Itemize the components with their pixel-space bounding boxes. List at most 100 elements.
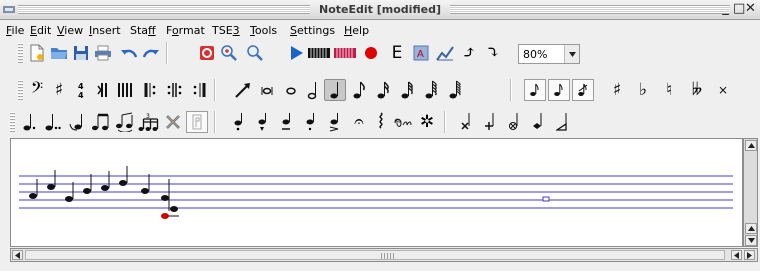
- double-barline-icon[interactable]: [114, 79, 136, 101]
- menu-settings[interactable]: Settings: [290, 24, 335, 37]
- edit-arrow-icon[interactable]: [232, 79, 254, 101]
- scroll-left-icon[interactable]: [731, 250, 742, 260]
- menu-edit[interactable]: Edit: [30, 24, 51, 37]
- staccatissimo-icon[interactable]: [252, 111, 274, 133]
- beam-icon[interactable]: [90, 111, 112, 133]
- menu-tools[interactable]: Tools: [250, 24, 277, 37]
- scroll-up-icon[interactable]: [745, 140, 757, 151]
- grace-note-icon[interactable]: [524, 79, 546, 101]
- flat-icon[interactable]: ♭: [632, 79, 654, 101]
- menu-tse3[interactable]: TSE3: [212, 24, 240, 37]
- menu-help[interactable]: Help: [344, 24, 369, 37]
- acciaccatura-icon[interactable]: [572, 79, 594, 101]
- cursor-up-icon[interactable]: ⤴: [458, 42, 480, 64]
- note: [29, 179, 38, 199]
- repeat-both-icon[interactable]: [164, 79, 186, 101]
- sixteenth-note-icon[interactable]: [372, 79, 394, 101]
- menu-file[interactable]: File: [6, 24, 24, 37]
- half-note-icon[interactable]: [302, 79, 324, 101]
- toolbar-handle[interactable]: [18, 80, 23, 100]
- pedal-on-icon[interactable]: 𝆮: [392, 111, 414, 133]
- zoom-out-icon[interactable]: [244, 42, 266, 64]
- filled-notehead-icon[interactable]: [528, 111, 550, 133]
- delete-cross-icon[interactable]: [162, 111, 184, 133]
- natural-icon[interactable]: ♮: [658, 79, 680, 101]
- grace-note-2-icon[interactable]: [548, 79, 570, 101]
- score-canvas[interactable]: [10, 138, 743, 247]
- close-button[interactable]: ✕: [745, 1, 757, 16]
- horizontal-scrollbar[interactable]: [10, 248, 758, 262]
- print-icon[interactable]: [92, 42, 114, 64]
- open-file-icon[interactable]: [48, 42, 70, 64]
- eighth-note-icon[interactable]: [348, 79, 370, 101]
- menu-staff[interactable]: Staff: [130, 24, 156, 37]
- zoom-select[interactable]: 80%: [518, 44, 580, 64]
- cursor-down-icon[interactable]: ⤵: [482, 42, 504, 64]
- key-signature-icon[interactable]: ♯: [48, 79, 70, 101]
- chevron-down-icon[interactable]: [564, 45, 579, 63]
- plus-notehead-icon[interactable]: [480, 111, 502, 133]
- accent-icon[interactable]: [300, 111, 322, 133]
- marcato-icon[interactable]: [324, 111, 346, 133]
- whole-note-icon[interactable]: [280, 79, 302, 101]
- triangle-notehead-icon[interactable]: [552, 111, 574, 133]
- staccato-icon[interactable]: [228, 111, 250, 133]
- tenuto-icon[interactable]: [276, 111, 298, 133]
- text-button[interactable]: E: [386, 42, 408, 64]
- stop-icon[interactable]: [196, 42, 218, 64]
- score-staff[interactable]: [11, 139, 744, 248]
- scroll-down-icon[interactable]: [745, 235, 757, 246]
- slur-icon[interactable]: [114, 111, 136, 133]
- undo-icon[interactable]: [118, 42, 140, 64]
- double-sharp-icon[interactable]: ×: [712, 79, 734, 101]
- 64th-note-icon[interactable]: [420, 79, 442, 101]
- cross-notehead-icon[interactable]: [456, 111, 478, 133]
- hidden-rest-icon[interactable]: [186, 111, 208, 133]
- menu-format[interactable]: Format: [166, 24, 205, 37]
- midi-keyboard-icon[interactable]: [334, 42, 356, 64]
- minimize-button[interactable]: _: [721, 1, 733, 16]
- play-icon[interactable]: [286, 42, 308, 64]
- bass-clef-icon[interactable]: 𝄢: [26, 79, 48, 101]
- dotted-note-icon[interactable]: [18, 111, 40, 133]
- arpeggio-icon[interactable]: [370, 111, 392, 133]
- sharp-icon[interactable]: ♯: [606, 79, 628, 101]
- time-signature-icon[interactable]: 44: [70, 79, 92, 101]
- double-flat-icon[interactable]: 𝄫: [686, 79, 708, 101]
- circle-cross-notehead-icon[interactable]: [504, 111, 526, 133]
- vertical-scrollbar[interactable]: [743, 138, 758, 247]
- scroll-up-icon[interactable]: [745, 223, 757, 234]
- toolbar-handle[interactable]: [18, 43, 23, 63]
- keyboard-icon[interactable]: [308, 42, 330, 64]
- repeat-open-icon[interactable]: [140, 79, 162, 101]
- toolbar-separator: [166, 42, 168, 64]
- menu-view[interactable]: View: [57, 24, 83, 37]
- lyrics-icon[interactable]: A: [410, 42, 432, 64]
- maximize-button[interactable]: □: [733, 1, 745, 16]
- scroll-right-icon[interactable]: [744, 250, 755, 260]
- quarter-note-icon[interactable]: [324, 79, 346, 101]
- menu-insert[interactable]: Insert: [89, 24, 121, 37]
- scroll-thumb[interactable]: [25, 250, 725, 260]
- double-dotted-note-icon[interactable]: [42, 111, 64, 133]
- record-icon[interactable]: [360, 42, 382, 64]
- toolbar-handle[interactable]: [10, 112, 15, 132]
- new-file-icon[interactable]: [26, 42, 48, 64]
- redo-icon[interactable]: [140, 42, 162, 64]
- fermata-icon[interactable]: 𝄐: [348, 111, 370, 133]
- scroll-left-icon[interactable]: [12, 250, 23, 260]
- breve-note-icon[interactable]: [256, 79, 278, 101]
- zoom-in-icon[interactable]: [218, 42, 240, 64]
- articulation-toolbar: 3 𝄐 𝆮 ✲: [0, 108, 760, 136]
- save-icon[interactable]: [70, 42, 92, 64]
- pedal-off-icon[interactable]: ✲: [416, 111, 438, 133]
- 32nd-note-icon[interactable]: [396, 79, 418, 101]
- chart-icon[interactable]: [434, 42, 456, 64]
- app-icon[interactable]: [3, 4, 15, 15]
- barline-icon[interactable]: [92, 79, 114, 101]
- 128th-note-icon[interactable]: [444, 79, 466, 101]
- repeat-close-icon[interactable]: [188, 79, 210, 101]
- tie-note-icon[interactable]: [66, 111, 88, 133]
- scroll-grip: [381, 253, 395, 259]
- triplet-icon[interactable]: 3: [138, 111, 160, 133]
